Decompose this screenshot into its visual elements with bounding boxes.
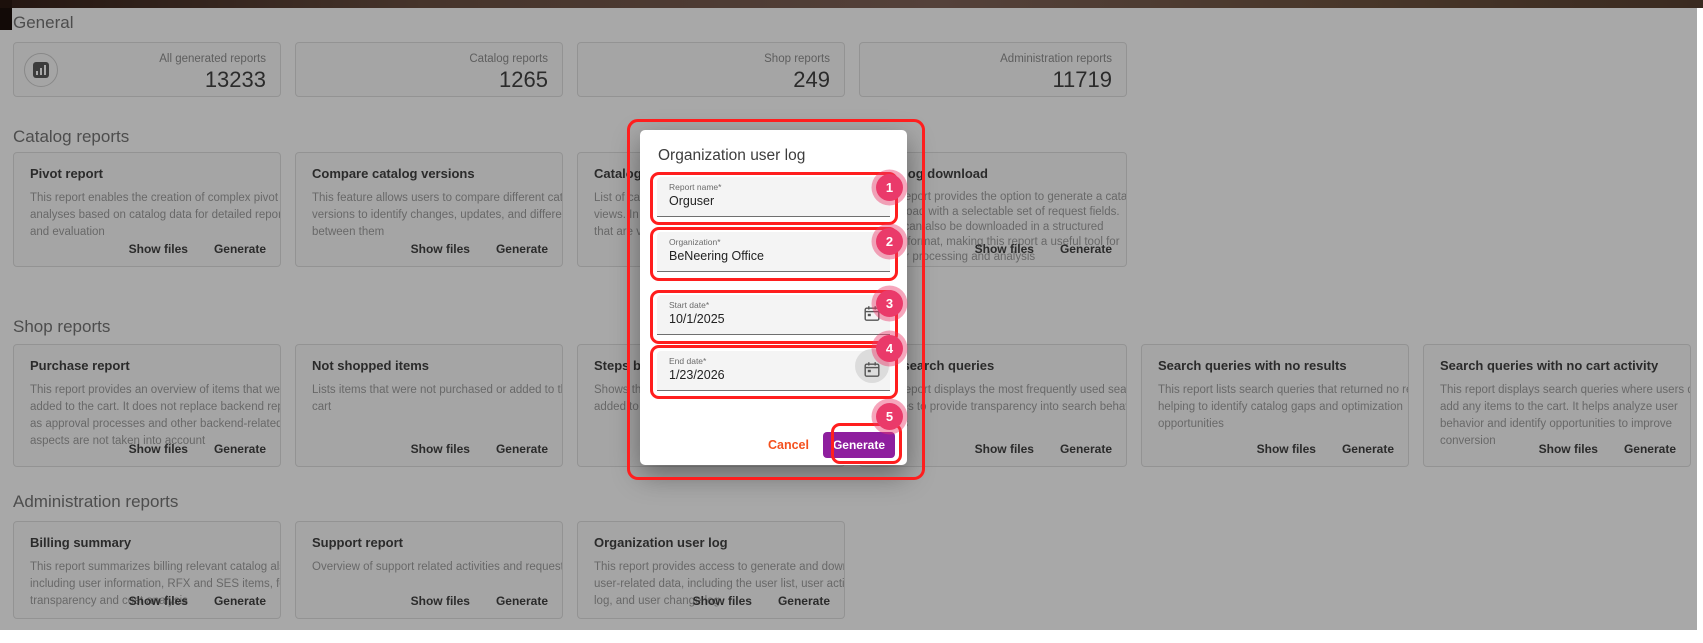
open-end-datepicker-button[interactable] bbox=[862, 361, 882, 381]
generate-report-button[interactable]: Generate bbox=[823, 432, 895, 458]
start-date-input[interactable]: 10/1/2025 bbox=[657, 310, 890, 327]
organization-input[interactable]: BeNeering Office bbox=[657, 247, 890, 264]
report-name-input[interactable]: Orguser bbox=[657, 192, 890, 209]
cancel-button[interactable]: Cancel bbox=[768, 438, 809, 452]
open-start-datepicker-button[interactable] bbox=[862, 305, 882, 325]
field-label: Start date* bbox=[657, 295, 890, 310]
organization-field[interactable]: Organization* BeNeering Office bbox=[657, 232, 890, 272]
calendar-icon bbox=[863, 305, 881, 323]
field-label: Organization* bbox=[657, 232, 890, 247]
window-top-edge bbox=[0, 0, 1703, 8]
calendar-icon bbox=[863, 361, 881, 379]
end-date-field[interactable]: End date* 1/23/2026 bbox=[657, 351, 890, 391]
start-date-field[interactable]: Start date* 10/1/2025 bbox=[657, 295, 890, 335]
report-name-field[interactable]: Report name* Orguser bbox=[657, 177, 890, 217]
dialog-title: Organization user log bbox=[640, 130, 907, 165]
organization-user-log-dialog: Organization user log Report name* Orgus… bbox=[640, 130, 907, 465]
field-label: Report name* bbox=[657, 177, 890, 192]
